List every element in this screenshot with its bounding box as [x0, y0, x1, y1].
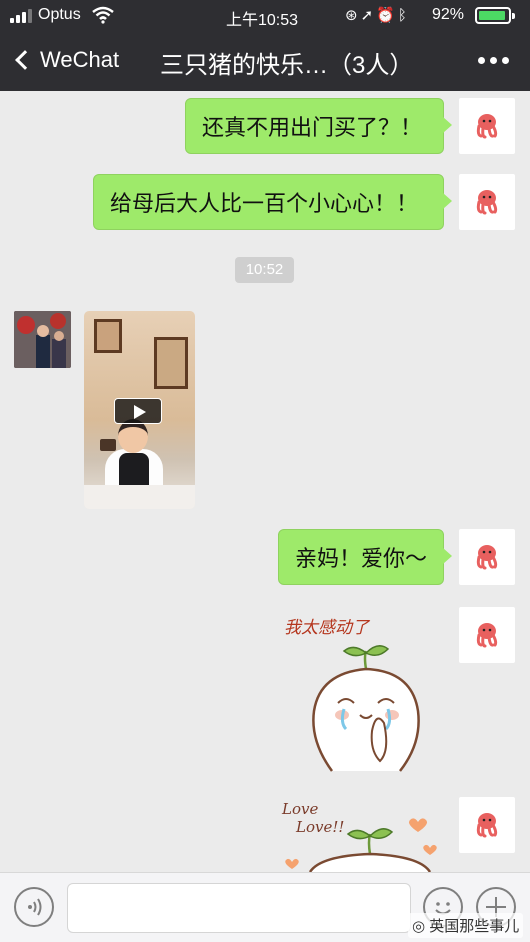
my-avatar[interactable] — [459, 607, 515, 663]
battery-icon — [475, 7, 515, 24]
chat-title: 三只猪的快乐…（3人） — [160, 52, 414, 79]
octopus-icon — [476, 190, 498, 215]
crying-sprout-icon — [312, 645, 420, 772]
more-button[interactable] — [474, 48, 514, 72]
back-button[interactable]: WeChat — [12, 47, 119, 73]
my-avatar[interactable] — [459, 98, 515, 154]
member-photo — [14, 311, 71, 368]
alarm-icon: ⏰ — [376, 7, 398, 24]
signal-icon — [10, 9, 34, 23]
sticker-love[interactable]: Love Love!! — [280, 796, 450, 872]
status-bar: Optus 上午10:53 ⊛➚⏰ᛒ 92% — [0, 0, 530, 32]
voice-button[interactable] — [14, 887, 54, 927]
message-bubble-self[interactable]: 亲妈！爱你～ — [278, 529, 452, 585]
back-label: WeChat — [40, 47, 120, 72]
status-icons: ⊛➚⏰ᛒ — [345, 6, 410, 24]
wifi-icon — [92, 6, 114, 24]
my-avatar[interactable] — [459, 174, 515, 230]
octopus-icon — [476, 813, 498, 838]
message-input[interactable] — [67, 883, 411, 933]
lock-rotation-icon: ⊛ — [345, 7, 361, 24]
love-sprout-icon — [285, 818, 437, 872]
wall-frame — [94, 319, 122, 353]
octopus-icon — [476, 114, 498, 139]
octopus-icon — [476, 623, 498, 648]
watermark: ◎ 英国那些事儿 — [408, 913, 524, 938]
bluetooth-icon: ᛒ — [397, 7, 410, 24]
wechat-logo-icon: ◎ — [412, 918, 430, 935]
play-icon[interactable] — [114, 398, 162, 424]
carrier-name: Optus — [38, 6, 81, 23]
nav-bar: WeChat 三只猪的快乐…（3人） — [0, 32, 530, 91]
wall-frame — [154, 337, 188, 389]
top-bar: Optus 上午10:53 ⊛➚⏰ᛒ 92% WeChat 三只猪的快乐…（3人… — [0, 0, 530, 91]
my-avatar[interactable] — [459, 529, 515, 585]
message-bubble-self[interactable]: 还真不用出门买了？！ — [185, 98, 452, 154]
chat-area[interactable]: 还真不用出门买了？！ 给母后大人比一百个小心心！！ 10:52 亲妈！爱你～ 我… — [0, 91, 530, 872]
member-avatar[interactable] — [14, 311, 71, 368]
message-bubble-self[interactable]: 给母后大人比一百个小心心！！ — [93, 174, 452, 230]
status-time: 上午10:53 — [226, 12, 299, 29]
location-icon: ➚ — [360, 7, 377, 24]
message-timestamp: 10:52 — [235, 257, 294, 283]
video-message[interactable] — [84, 311, 195, 509]
voice-icon — [28, 898, 42, 916]
watermark-text: 英国那些事儿 — [429, 918, 520, 935]
my-avatar[interactable] — [459, 797, 515, 853]
back-chevron-icon — [15, 50, 35, 70]
sticker-touched[interactable]: 我太感动了 — [280, 611, 450, 781]
battery-percent: 92% — [432, 6, 465, 23]
battery-fill — [479, 11, 505, 20]
octopus-icon — [476, 545, 498, 570]
